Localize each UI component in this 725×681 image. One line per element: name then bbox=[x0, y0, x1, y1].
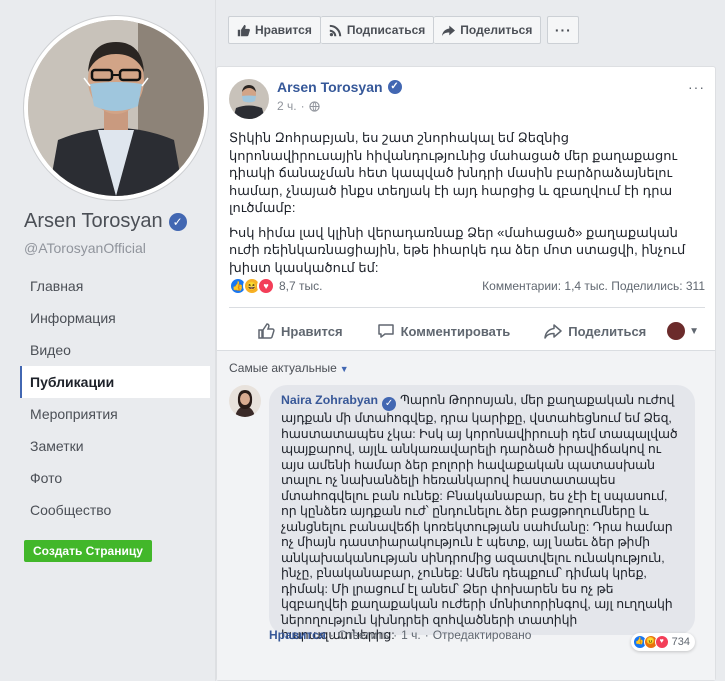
page-share-button[interactable]: Поделиться bbox=[434, 16, 542, 44]
post-header: Arsen Torosyan ✓ 2 ч. · bbox=[229, 79, 402, 119]
comment-reactions[interactable]: 👍 😠 ♥ 734 bbox=[630, 633, 695, 651]
reaction-count[interactable]: 8,7 тыс. bbox=[279, 279, 322, 293]
commenter-photo bbox=[229, 385, 261, 417]
nav-item-community[interactable]: Сообщество bbox=[20, 494, 210, 526]
nav-item-home[interactable]: Главная bbox=[20, 270, 210, 302]
comment-sort-dropdown[interactable]: Самые актуальные ▼ bbox=[229, 361, 349, 375]
nav-item-photos[interactable]: Фото bbox=[20, 462, 210, 494]
nav-item-about[interactable]: Информация bbox=[20, 302, 210, 334]
post-actions: Нравится Комментировать Поделиться ▼ bbox=[229, 319, 705, 343]
comment-time[interactable]: 1 ч. bbox=[401, 628, 421, 642]
dot-separator: · bbox=[424, 628, 429, 642]
selector-avatar bbox=[667, 322, 686, 340]
subscribe-label: Подписаться bbox=[346, 23, 426, 37]
page-share-label: Поделиться bbox=[460, 23, 533, 37]
post-share-button[interactable]: Поделиться bbox=[544, 322, 646, 340]
comment-text: Պարոն Թորոսյան, մեր քաղաքական ուժով այդք… bbox=[281, 393, 678, 642]
post-author-avatar[interactable] bbox=[229, 79, 269, 119]
post-comment-button[interactable]: Комментировать bbox=[377, 322, 511, 340]
comment-reaction-count: 734 bbox=[671, 636, 690, 648]
comments-section: Самые актуальные ▼ Naira Zohrabyan ✓ Պարոն … bbox=[217, 350, 715, 680]
post-author[interactable]: Arsen Torosyan ✓ bbox=[277, 79, 402, 95]
page-name-text: Arsen Torosyan bbox=[24, 210, 163, 232]
nav-item-videos[interactable]: Видео bbox=[20, 334, 210, 366]
verified-badge-icon: ✓ bbox=[382, 397, 397, 411]
page-like-button[interactable]: Нравится bbox=[228, 16, 321, 44]
profile-photo bbox=[28, 20, 204, 196]
thumbs-up-icon bbox=[237, 24, 250, 36]
globe-icon bbox=[308, 100, 320, 112]
reactions-divider bbox=[229, 307, 705, 308]
comment-author-avatar[interactable] bbox=[229, 385, 261, 417]
comment-meta: Нравится · Ответить · 1 ч. · Отредактиро… bbox=[269, 628, 531, 642]
love-reaction-icon: ♥ bbox=[654, 635, 669, 649]
comment-like-link[interactable]: Нравится bbox=[269, 628, 326, 642]
create-page-button[interactable]: Создать Страницу bbox=[24, 540, 152, 562]
page-action-bar: Нравится Подписаться Поделиться ··· bbox=[228, 16, 580, 44]
sort-label: Самые актуальные bbox=[229, 361, 337, 375]
page-handle[interactable]: @ATorosyanOfficial bbox=[24, 240, 146, 256]
author-photo bbox=[229, 79, 269, 119]
profile-picture[interactable] bbox=[24, 16, 208, 200]
post-comment-label: Комментировать bbox=[400, 323, 511, 339]
love-reaction-icon: ♥ bbox=[257, 277, 275, 295]
nav-item-posts[interactable]: Публикации bbox=[20, 366, 210, 398]
comment-bubble: Naira Zohrabyan ✓ Պարոն Թորոսյան, մեր քաղա… bbox=[269, 385, 695, 642]
nav-item-notes[interactable]: Заметки bbox=[20, 430, 210, 462]
chevron-down-icon: ▼ bbox=[689, 325, 699, 337]
post-timestamp[interactable]: 2 ч. · bbox=[277, 99, 402, 113]
thumbs-up-outline-icon bbox=[258, 323, 275, 339]
verified-badge-icon: ✓ bbox=[387, 80, 402, 94]
caret-down-icon: ▼ bbox=[339, 364, 349, 374]
side-navigation: Главная Информация Видео Публикации Меро… bbox=[20, 270, 210, 526]
post-card: Arsen Torosyan ✓ 2 ч. · ··· Տիկին Զոհրաբ… bbox=[216, 66, 716, 681]
dot-separator: · bbox=[393, 628, 398, 642]
subscribe-button[interactable]: Подписаться bbox=[320, 16, 435, 44]
dot-separator: · bbox=[300, 99, 305, 113]
post-author-name: Arsen Torosyan bbox=[277, 79, 383, 95]
page-like-label: Нравится bbox=[255, 23, 312, 37]
post-share-label: Поделиться bbox=[568, 323, 647, 339]
reactions-summary: 👍 😆 ♥ 8,7 тыс. Комментарии: 1,4 тыс. Под… bbox=[229, 275, 705, 297]
page-name[interactable]: Arsen Torosyan ✓ bbox=[24, 210, 187, 233]
verified-badge-icon: ✓ bbox=[168, 212, 187, 231]
post-meta: Arsen Torosyan ✓ 2 ч. · bbox=[277, 79, 402, 119]
post-time-text: 2 ч. bbox=[277, 99, 297, 113]
comments-shares-count[interactable]: Комментарии: 1,4 тыс. Поделились: 311 bbox=[482, 279, 705, 293]
dot-separator: · bbox=[329, 628, 334, 642]
post-options-button[interactable]: ··· bbox=[688, 79, 705, 95]
share-arrow-icon bbox=[544, 324, 562, 339]
page-more-button[interactable]: ··· bbox=[547, 16, 580, 44]
share-arrow-icon bbox=[442, 25, 456, 36]
post-paragraph-2: Իսկ հիմա լավ կլինի վերադառնաք Ձեր «մահաց… bbox=[229, 224, 686, 275]
rss-icon bbox=[329, 24, 342, 36]
left-column: Arsen Torosyan ✓ @ATorosyanOfficial Глав… bbox=[0, 0, 215, 681]
comment-reply-link[interactable]: Ответить bbox=[338, 628, 389, 642]
post-like-label: Нравится bbox=[281, 323, 343, 339]
post-paragraph-1: Տիկին Զոհրաբյան, ես շատ շնորհակալ եմ Ձեզ… bbox=[229, 130, 678, 215]
comment-author-name[interactable]: Naira Zohrabyan bbox=[281, 393, 378, 407]
reaction-icons[interactable]: 👍 😆 ♥ bbox=[229, 277, 275, 295]
comment-edited-label[interactable]: Отредактировано bbox=[433, 628, 532, 642]
post-like-button[interactable]: Нравится bbox=[257, 322, 343, 340]
post-body: Տիկին Զոհրաբյան, ես շատ շնորհակալ եմ Ձեզ… bbox=[229, 129, 705, 276]
nav-item-events[interactable]: Мероприятия bbox=[20, 398, 210, 430]
comment-bubble-icon bbox=[377, 324, 394, 338]
post-as-selector[interactable]: ▼ bbox=[667, 322, 699, 340]
